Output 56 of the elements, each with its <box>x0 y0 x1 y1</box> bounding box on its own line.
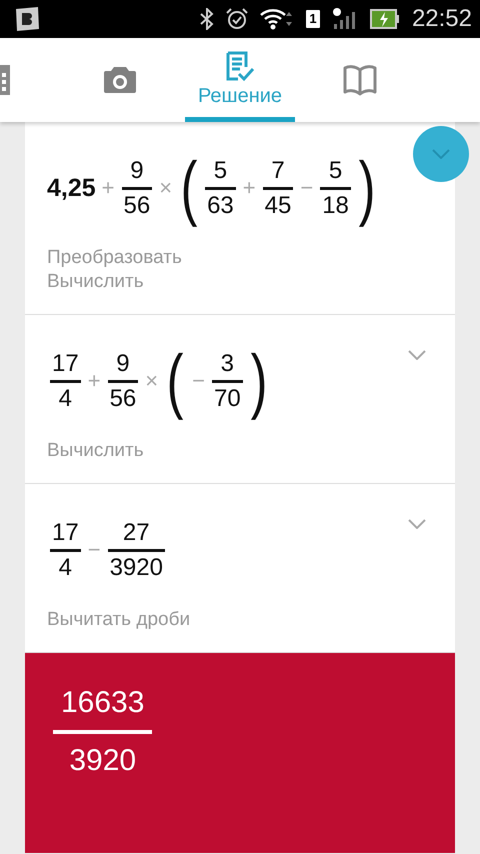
denominator: 4 <box>58 552 74 582</box>
fraction-bar <box>122 186 152 190</box>
numerator: 17 <box>51 348 80 378</box>
fraction-bar <box>50 548 81 552</box>
fraction-bar <box>108 380 138 382</box>
action-link[interactable]: Вычитать дроби <box>47 608 433 632</box>
operator: − <box>192 368 205 394</box>
chevron-icon <box>408 519 426 529</box>
denominator: 63 <box>206 190 235 220</box>
numerator: 9 <box>129 156 145 186</box>
numerator: 5 <box>212 156 228 186</box>
operator: + <box>242 175 256 201</box>
denominator: 4 <box>58 384 74 414</box>
numerator: 9 <box>115 348 131 378</box>
camera-icon <box>104 66 136 92</box>
fraction-bar <box>205 186 236 190</box>
wifi-icon <box>260 8 294 30</box>
number: 4,25 <box>47 174 96 202</box>
numerator: 7 <box>270 156 286 186</box>
sim-indicator: 1 <box>306 10 320 28</box>
operator: − <box>88 537 101 563</box>
checklist-icon <box>224 51 256 83</box>
action-link[interactable]: Преобразовать <box>47 246 433 270</box>
clock-time: 22:52 <box>412 5 472 33</box>
numerator: 16633 <box>60 685 146 721</box>
denominator: 3920 <box>68 743 138 779</box>
operator: + <box>88 368 101 394</box>
denominator: 70 <box>212 384 242 414</box>
action-link[interactable]: Вычислить <box>47 270 433 294</box>
numerator: 17 <box>51 518 80 548</box>
battery-icon <box>370 9 400 29</box>
operator: × <box>159 175 172 201</box>
operator: + <box>102 175 115 201</box>
operator: − <box>300 175 314 201</box>
fraction-bar <box>320 186 351 190</box>
action-link[interactable]: Вычислить <box>47 439 433 463</box>
numerator: 5 <box>328 156 344 186</box>
denominator: 18 <box>321 190 350 220</box>
chevron-icon <box>432 149 450 159</box>
denominator: 3920 <box>108 552 164 582</box>
signal-icon <box>332 8 358 30</box>
fraction-bar <box>212 380 243 382</box>
operator: × <box>145 368 158 394</box>
fraction-bar <box>108 548 165 552</box>
fraction-bar <box>50 380 81 382</box>
denominator: 56 <box>122 190 152 220</box>
bluetooth-icon <box>200 8 214 30</box>
chevron-icon <box>408 350 426 360</box>
numerator: 27 <box>122 518 151 548</box>
denominator: 56 <box>108 384 138 414</box>
numerator: 3 <box>220 348 235 378</box>
alarm-icon <box>226 8 248 30</box>
denominator: 45 <box>264 190 292 220</box>
book-icon <box>343 64 377 96</box>
fraction-bar <box>262 186 294 190</box>
app-logo-icon <box>14 7 40 31</box>
